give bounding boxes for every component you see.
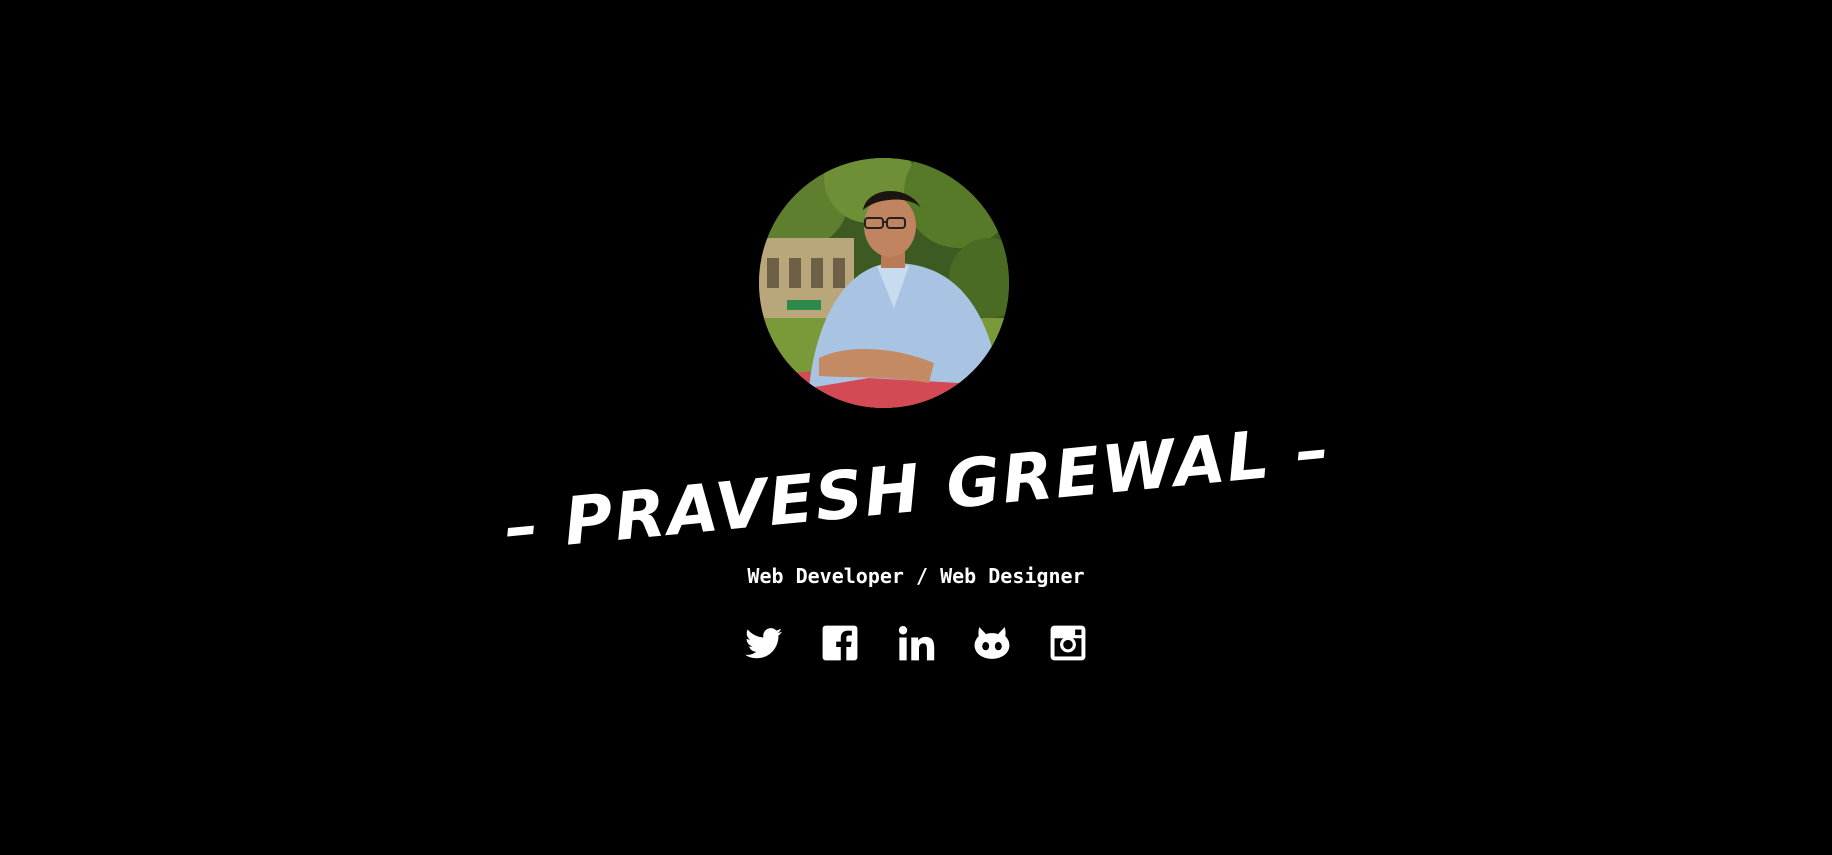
- twitter-icon: [745, 628, 783, 659]
- instagram-link[interactable]: [1049, 624, 1087, 662]
- facebook-icon: [822, 625, 858, 661]
- job-title: Web Developer / Web Designer: [747, 564, 1085, 588]
- page-title: – PRAVESH GREWAL –: [501, 410, 1335, 567]
- github-icon: [974, 627, 1010, 659]
- instagram-icon: [1050, 625, 1086, 661]
- facebook-link[interactable]: [821, 624, 859, 662]
- profile-photo: [759, 158, 1009, 408]
- social-links: [0, 624, 1832, 662]
- linkedin-icon: [898, 626, 935, 661]
- avatar: [759, 158, 1009, 408]
- name-container: – PRAVESH GREWAL –: [0, 410, 1832, 566]
- linkedin-link[interactable]: [897, 624, 935, 662]
- github-link[interactable]: [973, 624, 1011, 662]
- twitter-link[interactable]: [745, 624, 783, 662]
